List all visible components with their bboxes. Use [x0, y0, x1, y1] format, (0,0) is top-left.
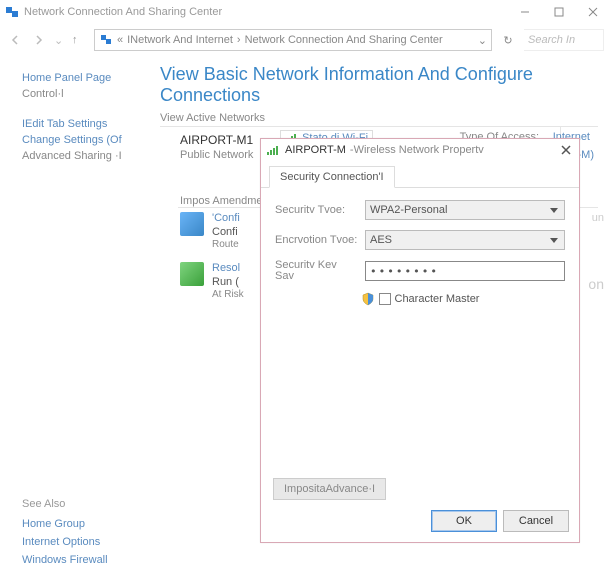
page-title: View Basic Network Information And Confi…: [160, 64, 598, 106]
history-dropdown[interactable]: ⌄: [54, 34, 66, 47]
search-input[interactable]: Search In: [524, 29, 604, 51]
security-key-label2: Sav: [275, 271, 365, 282]
advanced-settings-button[interactable]: ImpositaAdvance·I: [273, 478, 386, 500]
breadcrumb-2[interactable]: Network Connection And Sharing Center: [245, 34, 443, 46]
wireless-properties-dialog: AIRPORT-M -Wireless Network Propertv Sec…: [260, 138, 580, 543]
sidebar-change-settings[interactable]: Change Settings (Of: [22, 134, 152, 146]
troubleshoot-link[interactable]: Resol: [212, 262, 244, 274]
forward-button[interactable]: [30, 31, 48, 49]
sidebar-home-panel[interactable]: Home Panel Page: [22, 72, 152, 84]
show-characters-checkbox[interactable]: [379, 293, 391, 305]
app-icon: [4, 5, 20, 19]
show-characters-label: Character Master: [395, 293, 480, 305]
dialog-title: AIRPORT-M: [285, 144, 346, 156]
encryption-type-combo[interactable]: AES: [365, 230, 565, 250]
security-type-label: Securitv Tvoe:: [275, 204, 365, 216]
setup-connection-icon: [180, 212, 204, 236]
homegroup-link[interactable]: Home Group: [22, 518, 108, 530]
breadcrumb-1[interactable]: INetwork And Internet: [127, 34, 233, 46]
troubleshoot-icon: [180, 262, 204, 286]
sidebar-edit-settings[interactable]: IEdit Tab Settings: [22, 118, 152, 130]
tab-security[interactable]: Security Connection'I: [269, 166, 395, 188]
internet-options-link[interactable]: Internet Options: [22, 536, 108, 548]
address-dropdown[interactable]: ⌄: [478, 34, 487, 47]
bg-text-on: on: [588, 276, 604, 292]
network-icon: [99, 33, 113, 47]
dialog-close-button[interactable]: [557, 141, 575, 159]
up-button[interactable]: ↑: [72, 34, 88, 46]
dialog-wifi-icon: [267, 145, 279, 155]
address-bar[interactable]: « INetwork And Internet › Network Connec…: [94, 29, 492, 51]
sidebar-advanced-sharing[interactable]: Advanced Sharing ·I: [22, 150, 152, 162]
sidebar-control[interactable]: Control·l: [22, 88, 152, 100]
refresh-button[interactable]: ↻: [498, 34, 518, 47]
close-window-button[interactable]: [576, 0, 610, 24]
minimize-button[interactable]: [508, 0, 542, 24]
troubleshoot-sub: At Risk: [212, 289, 244, 300]
security-type-combo[interactable]: WPA2-Personal: [365, 200, 565, 220]
ok-button[interactable]: OK: [431, 510, 497, 532]
setup-connection-sub: Route: [212, 239, 240, 250]
security-key-input[interactable]: ••••••••: [365, 261, 565, 281]
maximize-button[interactable]: [542, 0, 576, 24]
troubleshoot-desc: Run (: [212, 276, 244, 288]
breadcrumb-sep: «: [117, 34, 123, 46]
bg-text-un: un: [592, 212, 604, 224]
cancel-button[interactable]: Cancel: [503, 510, 569, 532]
encryption-type-label: Encrvotion Tvoe:: [275, 234, 365, 246]
shield-icon: [361, 292, 375, 306]
active-networks-label: View Active Networks: [160, 112, 598, 124]
setup-connection-link[interactable]: 'Confi: [212, 212, 240, 224]
window-title: Network Connection And Sharing Center: [24, 6, 222, 18]
setup-connection-desc: Confi: [212, 226, 240, 238]
dialog-subtitle: -Wireless Network Propertv: [350, 144, 484, 156]
back-button[interactable]: [6, 31, 24, 49]
windows-firewall-link[interactable]: Windows Firewall: [22, 554, 108, 566]
see-also-label: See Also: [22, 498, 108, 510]
